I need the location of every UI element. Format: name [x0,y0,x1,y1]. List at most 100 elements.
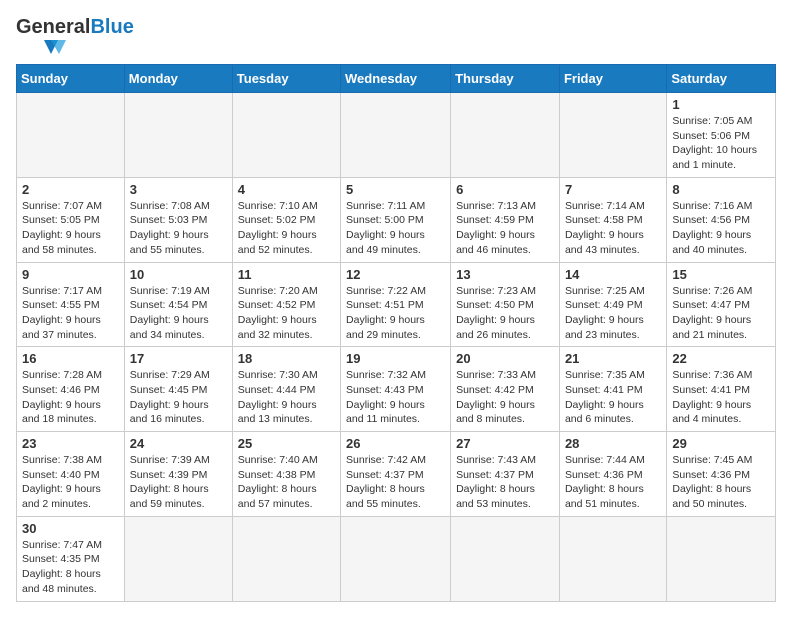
calendar-cell: 1Sunrise: 7:05 AM Sunset: 5:06 PM Daylig… [667,93,776,178]
weekday-header-saturday: Saturday [667,65,776,93]
calendar-cell: 9Sunrise: 7:17 AM Sunset: 4:55 PM Daylig… [17,262,125,347]
calendar-table: SundayMondayTuesdayWednesdayThursdayFrid… [16,64,776,602]
logo: GeneralBlue [16,16,134,56]
calendar-cell: 5 Sunrise: 7:11 AM Sunset: 5:00 PM Daylig… [341,177,451,262]
calendar-cell: 18 Sunrise: 7:30 AM Sunset: 4:44 PM Dayli… [232,347,340,432]
day-number: 14 [565,267,661,282]
day-number: 21 [565,351,661,366]
day-info: Sunrise: 7:08 AM Sunset: 5:03 PM Dayligh… [130,199,227,258]
weekday-header-wednesday: Wednesday [341,65,451,93]
day-number: 18 [238,351,335,366]
day-number: 28 [565,436,661,451]
day-info: Sunrise: 7:14 AM Sunset: 4:58 PM Dayligh… [565,199,661,258]
calendar-cell: 23 Sunrise: 7:38 AM Sunset: 4:40 PM Dayli… [17,432,125,517]
day-info: Sunrise: 7:39 AM Sunset: 4:39 PM Dayligh… [130,453,227,512]
day-info: Sunrise: 7:36 AM Sunset: 4:41 PM Dayligh… [672,368,770,427]
calendar-cell [232,93,340,178]
day-info: Sunrise: 7:05 AM Sunset: 5:06 PM Dayligh… [672,114,770,173]
day-info: Sunrise: 7:45 AM Sunset: 4:36 PM Dayligh… [672,453,770,512]
calendar-cell: 2Sunrise: 7:07 AM Sunset: 5:05 PM Daylig… [17,177,125,262]
day-number: 23 [22,436,119,451]
day-info: Sunrise: 7:30 AM Sunset: 4:44 PM Dayligh… [238,368,335,427]
day-info: Sunrise: 7:19 AM Sunset: 4:54 PM Dayligh… [130,284,227,343]
calendar-cell [341,93,451,178]
calendar-cell: 3 Sunrise: 7:08 AM Sunset: 5:03 PM Daylig… [124,177,232,262]
weekday-header-tuesday: Tuesday [232,65,340,93]
day-info: Sunrise: 7:35 AM Sunset: 4:41 PM Dayligh… [565,368,661,427]
day-number: 10 [130,267,227,282]
weekday-header-row: SundayMondayTuesdayWednesdayThursdayFrid… [17,65,776,93]
day-number: 16 [22,351,119,366]
calendar-cell: 24 Sunrise: 7:39 AM Sunset: 4:39 PM Dayli… [124,432,232,517]
calendar-week-row: 1Sunrise: 7:05 AM Sunset: 5:06 PM Daylig… [17,93,776,178]
calendar-cell: 22 Sunrise: 7:36 AM Sunset: 4:41 PM Dayli… [667,347,776,432]
day-info: Sunrise: 7:20 AM Sunset: 4:52 PM Dayligh… [238,284,335,343]
day-info: Sunrise: 7:33 AM Sunset: 4:42 PM Dayligh… [456,368,554,427]
calendar-cell: 25 Sunrise: 7:40 AM Sunset: 4:38 PM Dayli… [232,432,340,517]
day-number: 4 [238,182,335,197]
calendar-cell: 13Sunrise: 7:23 AM Sunset: 4:50 PM Dayli… [451,262,560,347]
page-header: GeneralBlue [16,16,776,56]
calendar-cell [559,516,666,601]
day-info: Sunrise: 7:28 AM Sunset: 4:46 PM Dayligh… [22,368,119,427]
day-info: Sunrise: 7:26 AM Sunset: 4:47 PM Dayligh… [672,284,770,343]
calendar-cell [232,516,340,601]
day-number: 22 [672,351,770,366]
calendar-cell: 14 Sunrise: 7:25 AM Sunset: 4:49 PM Dayli… [559,262,666,347]
calendar-week-row: 16 Sunrise: 7:28 AM Sunset: 4:46 PM Dayli… [17,347,776,432]
day-number: 3 [130,182,227,197]
day-number: 7 [565,182,661,197]
calendar-cell [341,516,451,601]
calendar-week-row: 9Sunrise: 7:17 AM Sunset: 4:55 PM Daylig… [17,262,776,347]
day-number: 29 [672,436,770,451]
calendar-cell: 12 Sunrise: 7:22 AM Sunset: 4:51 PM Dayli… [341,262,451,347]
day-number: 30 [22,521,119,536]
calendar-cell [451,516,560,601]
day-number: 27 [456,436,554,451]
day-number: 19 [346,351,445,366]
day-info: Sunrise: 7:44 AM Sunset: 4:36 PM Dayligh… [565,453,661,512]
calendar-cell: 10 Sunrise: 7:19 AM Sunset: 4:54 PM Dayli… [124,262,232,347]
calendar-cell: 26 Sunrise: 7:42 AM Sunset: 4:37 PM Dayli… [341,432,451,517]
weekday-header-thursday: Thursday [451,65,560,93]
calendar-cell: 19 Sunrise: 7:32 AM Sunset: 4:43 PM Dayli… [341,347,451,432]
day-info: Sunrise: 7:40 AM Sunset: 4:38 PM Dayligh… [238,453,335,512]
calendar-cell: 6Sunrise: 7:13 AM Sunset: 4:59 PM Daylig… [451,177,560,262]
calendar-cell [124,516,232,601]
logo-text: GeneralBlue [16,16,134,38]
day-info: Sunrise: 7:11 AM Sunset: 5:00 PM Dayligh… [346,199,445,258]
day-number: 9 [22,267,119,282]
day-number: 12 [346,267,445,282]
day-number: 24 [130,436,227,451]
calendar-cell: 27 Sunrise: 7:43 AM Sunset: 4:37 PM Dayli… [451,432,560,517]
calendar-week-row: 30 Sunrise: 7:47 AM Sunset: 4:35 PM Dayli… [17,516,776,601]
calendar-week-row: 23 Sunrise: 7:38 AM Sunset: 4:40 PM Dayli… [17,432,776,517]
day-number: 5 [346,182,445,197]
weekday-header-monday: Monday [124,65,232,93]
day-info: Sunrise: 7:25 AM Sunset: 4:49 PM Dayligh… [565,284,661,343]
calendar-cell: 11 Sunrise: 7:20 AM Sunset: 4:52 PM Dayli… [232,262,340,347]
day-number: 13 [456,267,554,282]
day-info: Sunrise: 7:43 AM Sunset: 4:37 PM Dayligh… [456,453,554,512]
day-number: 15 [672,267,770,282]
day-info: Sunrise: 7:42 AM Sunset: 4:37 PM Dayligh… [346,453,445,512]
weekday-header-friday: Friday [559,65,666,93]
calendar-cell [667,516,776,601]
calendar-cell: 17Sunrise: 7:29 AM Sunset: 4:45 PM Dayli… [124,347,232,432]
day-info: Sunrise: 7:16 AM Sunset: 4:56 PM Dayligh… [672,199,770,258]
day-info: Sunrise: 7:22 AM Sunset: 4:51 PM Dayligh… [346,284,445,343]
day-number: 26 [346,436,445,451]
day-number: 11 [238,267,335,282]
calendar-cell: 4Sunrise: 7:10 AM Sunset: 5:02 PM Daylig… [232,177,340,262]
calendar-cell: 30 Sunrise: 7:47 AM Sunset: 4:35 PM Dayli… [17,516,125,601]
day-number: 6 [456,182,554,197]
calendar-cell: 21 Sunrise: 7:35 AM Sunset: 4:41 PM Dayli… [559,347,666,432]
calendar-week-row: 2Sunrise: 7:07 AM Sunset: 5:05 PM Daylig… [17,177,776,262]
day-number: 25 [238,436,335,451]
day-info: Sunrise: 7:38 AM Sunset: 4:40 PM Dayligh… [22,453,119,512]
calendar-cell [17,93,125,178]
day-number: 17 [130,351,227,366]
day-info: Sunrise: 7:32 AM Sunset: 4:43 PM Dayligh… [346,368,445,427]
day-number: 20 [456,351,554,366]
day-info: Sunrise: 7:47 AM Sunset: 4:35 PM Dayligh… [22,538,119,597]
